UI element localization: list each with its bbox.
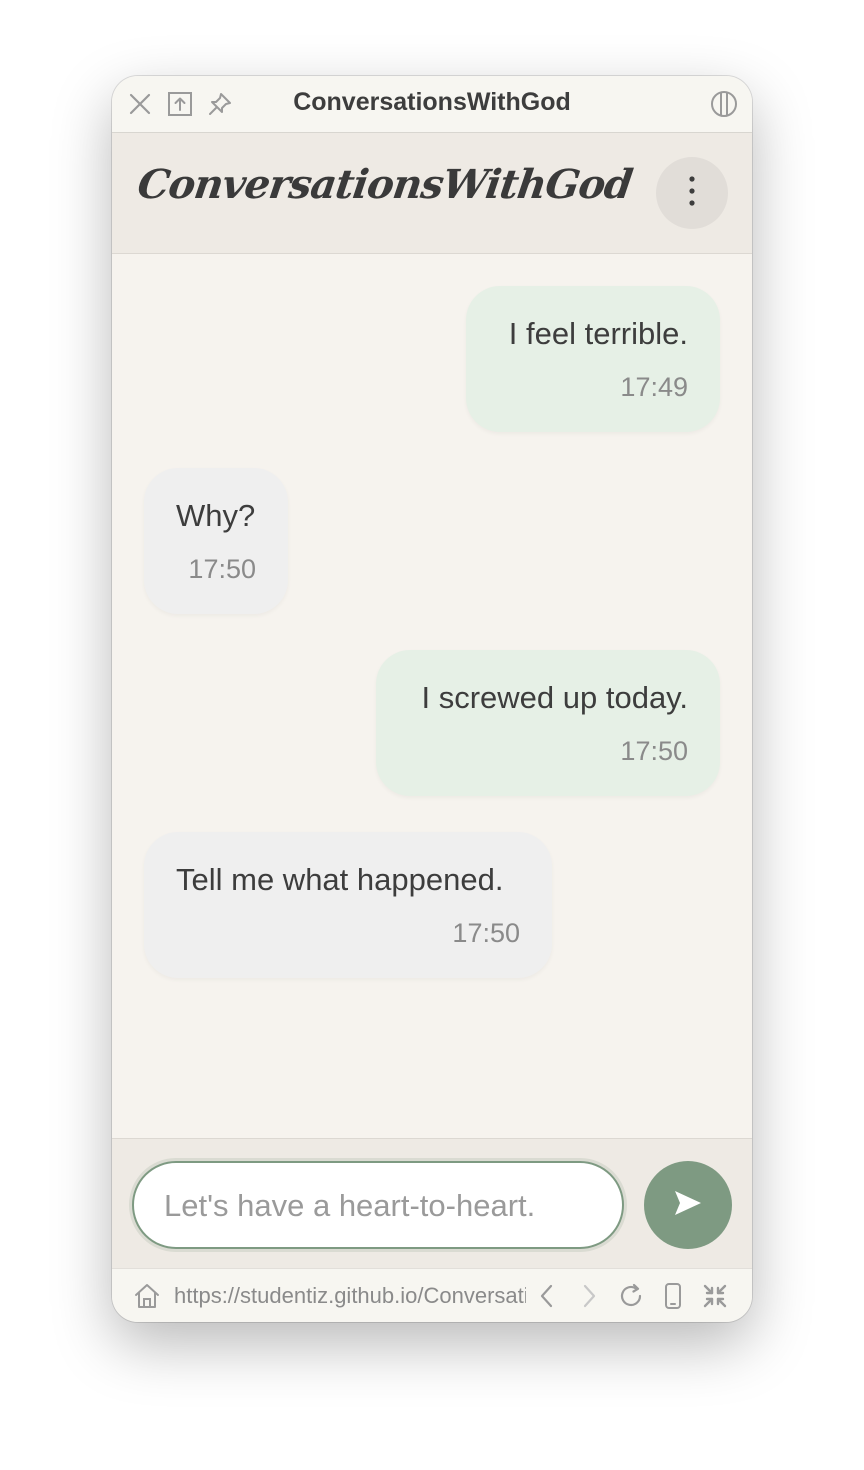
message-bubble-bot: Tell me what happened. 17:50	[144, 832, 552, 978]
app-header: ConversationsWithGod	[112, 133, 752, 254]
message-composer	[112, 1138, 752, 1269]
message-input-wrapper[interactable]	[132, 1161, 624, 1249]
mobile-device-icon[interactable]	[658, 1281, 688, 1311]
message-input[interactable]	[162, 1163, 606, 1249]
forward-icon[interactable]	[574, 1281, 604, 1311]
message-text: Why?	[176, 498, 256, 533]
message-bubble-bot: Why? 17:50	[144, 468, 288, 614]
app-logo: ConversationsWithGod	[134, 161, 635, 208]
window-titlebar: ConversationsWithGod	[112, 76, 752, 133]
back-icon[interactable]	[532, 1281, 562, 1311]
message-time: 17:50	[188, 554, 256, 584]
collapse-icon[interactable]	[700, 1281, 730, 1311]
reload-icon[interactable]	[616, 1281, 646, 1311]
message-text: Tell me what happened.	[176, 862, 504, 897]
more-vertical-icon	[688, 175, 696, 212]
message-bubble-user: I screwed up today. 17:50	[376, 650, 720, 796]
message-text: I screwed up today.	[421, 680, 688, 715]
home-icon[interactable]	[132, 1281, 162, 1311]
menu-button[interactable]	[656, 157, 728, 229]
url-text[interactable]: https://studentiz.github.io/Conversation…	[174, 1283, 526, 1309]
message-time: 17:50	[620, 736, 688, 766]
browser-bottom-bar: https://studentiz.github.io/Conversation…	[112, 1268, 752, 1322]
message-time: 17:50	[452, 918, 520, 948]
send-arrow-icon	[673, 1189, 703, 1222]
message-text: I feel terrible.	[508, 316, 688, 351]
app-window: ConversationsWithGod ConversationsWithGo…	[112, 76, 752, 1322]
window-title: ConversationsWithGod	[293, 88, 571, 116]
message-time: 17:49	[620, 372, 688, 402]
send-button[interactable]	[644, 1161, 732, 1249]
chat-area[interactable]: I feel terrible. 17:49 Why? 17:50 I scre…	[112, 254, 752, 1138]
message-bubble-user: I feel terrible. 17:49	[466, 286, 720, 432]
appearance-toggle-icon[interactable]	[710, 90, 738, 118]
